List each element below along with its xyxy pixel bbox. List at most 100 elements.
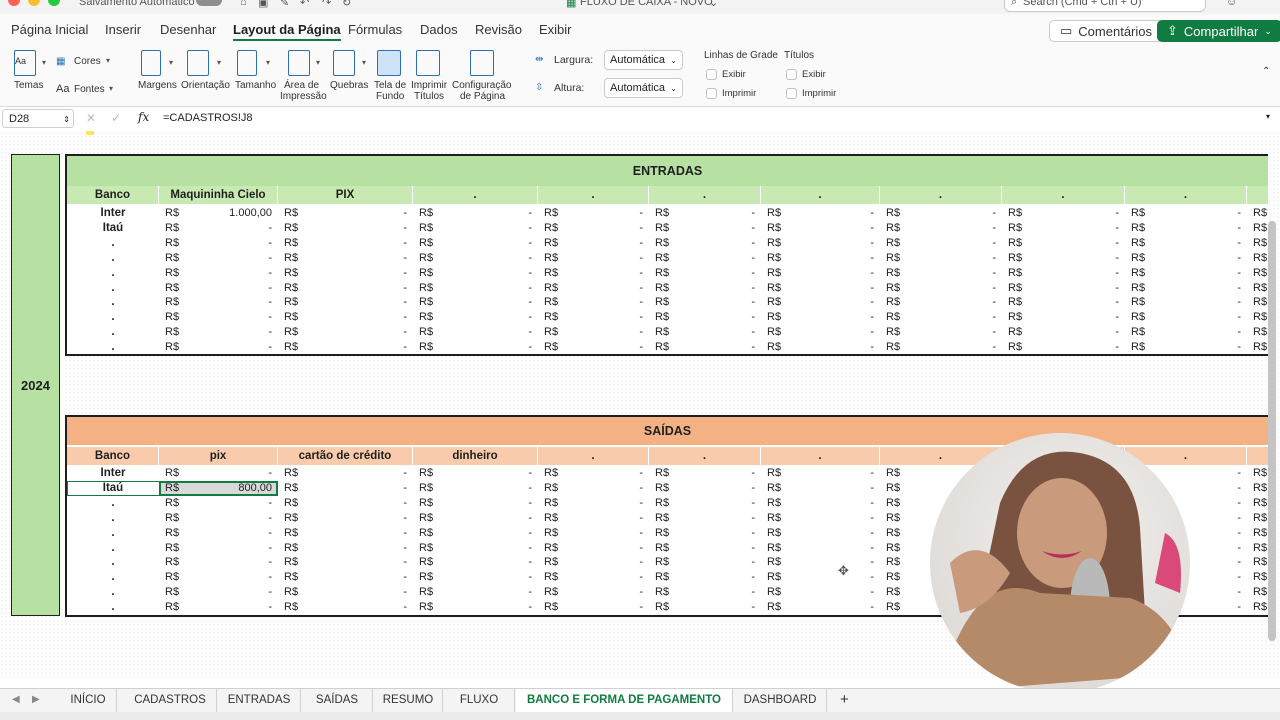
entradas-header-cell[interactable]: .: [649, 186, 761, 204]
saidas-value-cell[interactable]: -: [179, 541, 272, 556]
entradas-currency-cell[interactable]: R$: [1008, 325, 1022, 340]
saidas-currency-cell[interactable]: R$: [1253, 466, 1267, 481]
entradas-value-cell[interactable]: -: [900, 221, 996, 236]
entradas-currency-cell[interactable]: R$: [655, 251, 669, 266]
saidas-value-cell[interactable]: -: [669, 541, 755, 556]
saidas-bank-cell[interactable]: .: [67, 585, 159, 600]
width-select[interactable]: Automática ⌄: [604, 50, 683, 70]
saidas-value-cell[interactable]: -: [669, 466, 755, 481]
saidas-currency-cell[interactable]: R$: [544, 481, 558, 496]
entradas-value-cell[interactable]: -: [298, 251, 407, 266]
saidas-currency-cell[interactable]: R$: [886, 526, 900, 541]
saidas-currency-cell[interactable]: R$: [165, 481, 179, 496]
entradas-value-cell[interactable]: -: [558, 236, 643, 251]
saidas-currency-cell[interactable]: R$: [1253, 496, 1267, 511]
entradas-value-cell[interactable]: -: [781, 295, 874, 310]
saidas-currency-cell[interactable]: R$: [655, 585, 669, 600]
entradas-currency-cell[interactable]: R$: [767, 236, 781, 251]
saidas-currency-cell[interactable]: R$: [1253, 555, 1267, 570]
saidas-value-cell[interactable]: -: [433, 585, 532, 600]
entradas-value-cell[interactable]: -: [1145, 340, 1241, 355]
entradas-value-cell[interactable]: -: [900, 295, 996, 310]
entradas-value-cell[interactable]: -: [433, 295, 532, 310]
entradas-header-cell[interactable]: Banco: [67, 186, 159, 204]
saidas-currency-cell[interactable]: R$: [419, 481, 433, 496]
entradas-currency-cell[interactable]: R$: [419, 295, 433, 310]
saidas-currency-cell[interactable]: R$: [655, 541, 669, 556]
entradas-currency-cell[interactable]: R$: [165, 281, 179, 296]
saidas-value-cell[interactable]: -: [298, 541, 407, 556]
entradas-value-cell[interactable]: -: [669, 310, 755, 325]
save-icon[interactable]: ▣: [258, 0, 268, 9]
saidas-currency-cell[interactable]: R$: [1253, 585, 1267, 600]
entradas-value-cell[interactable]: -: [558, 281, 643, 296]
entradas-currency-cell[interactable]: R$: [1008, 266, 1022, 281]
entradas-value-cell[interactable]: -: [433, 206, 532, 221]
margins-button[interactable]: Margens: [138, 80, 177, 91]
entradas-value-cell[interactable]: -: [1022, 325, 1119, 340]
saidas-currency-cell[interactable]: R$: [284, 555, 298, 570]
saidas-value-cell[interactable]: -: [558, 526, 643, 541]
print-titles-icon[interactable]: [416, 50, 440, 76]
entradas-header-cell[interactable]: .: [538, 186, 649, 204]
entradas-currency-cell[interactable]: R$: [419, 251, 433, 266]
sheet-tab[interactable]: ENTRADAS: [218, 689, 301, 712]
entradas-currency-cell[interactable]: R$: [655, 340, 669, 355]
entradas-currency-cell[interactable]: R$: [1253, 325, 1267, 340]
entradas-value-cell[interactable]: -: [433, 340, 532, 355]
saidas-currency-cell[interactable]: R$: [767, 541, 781, 556]
saidas-currency-cell[interactable]: R$: [1253, 541, 1267, 556]
refresh-icon[interactable]: ↻: [342, 0, 351, 9]
headings-print-checkbox[interactable]: [786, 88, 797, 99]
entradas-header-cell[interactable]: Maquininha Cielo: [159, 186, 278, 204]
entradas-currency-cell[interactable]: R$: [1131, 310, 1145, 325]
entradas-bank-cell[interactable]: .: [67, 251, 159, 266]
entradas-currency-cell[interactable]: R$: [1131, 206, 1145, 221]
entradas-header-cell[interactable]: PIX: [278, 186, 413, 204]
entradas-value-cell[interactable]: -: [433, 325, 532, 340]
saidas-header-cell[interactable]: dinheiro: [413, 447, 538, 465]
saidas-value-cell[interactable]: -: [179, 585, 272, 600]
saidas-value-cell[interactable]: -: [433, 526, 532, 541]
entradas-value-cell[interactable]: -: [669, 221, 755, 236]
undo-icon[interactable]: ↶: [300, 0, 309, 9]
saidas-currency-cell[interactable]: R$: [284, 481, 298, 496]
size-icon[interactable]: [237, 50, 257, 76]
saidas-currency-cell[interactable]: R$: [165, 555, 179, 570]
entradas-currency-cell[interactable]: R$: [284, 251, 298, 266]
entradas-value-cell[interactable]: -: [781, 325, 874, 340]
entradas-value-cell[interactable]: -: [900, 340, 996, 355]
entradas-currency-cell[interactable]: R$: [767, 281, 781, 296]
entradas-currency-cell[interactable]: R$: [544, 295, 558, 310]
entradas-value-cell[interactable]: -: [433, 221, 532, 236]
entradas-value-cell[interactable]: -: [1022, 206, 1119, 221]
entradas-currency-cell[interactable]: R$: [1131, 266, 1145, 281]
entradas-value-cell[interactable]: -: [179, 325, 272, 340]
entradas-value-cell[interactable]: -: [1145, 266, 1241, 281]
saidas-currency-cell[interactable]: R$: [767, 585, 781, 600]
saidas-value-cell[interactable]: -: [781, 541, 874, 556]
saidas-currency-cell[interactable]: R$: [419, 496, 433, 511]
tab-exibir[interactable]: Exibir: [539, 22, 572, 37]
account-icon[interactable]: ☺: [1226, 0, 1237, 8]
print-titles-line2[interactable]: Títulos: [414, 91, 444, 102]
saidas-value-cell[interactable]: -: [558, 466, 643, 481]
entradas-currency-cell[interactable]: R$: [419, 221, 433, 236]
entradas-currency-cell[interactable]: R$: [767, 266, 781, 281]
entradas-value-cell[interactable]: -: [669, 340, 755, 355]
saidas-currency-cell[interactable]: R$: [419, 585, 433, 600]
entradas-value-cell[interactable]: -: [1145, 236, 1241, 251]
saidas-header-cell[interactable]: .: [538, 447, 649, 465]
saidas-value-cell[interactable]: -: [433, 466, 532, 481]
entradas-currency-cell[interactable]: R$: [419, 325, 433, 340]
saidas-value-cell[interactable]: -: [781, 570, 874, 585]
entradas-value-cell[interactable]: -: [179, 310, 272, 325]
saidas-value-cell[interactable]: -: [558, 585, 643, 600]
entradas-value-cell[interactable]: -: [298, 266, 407, 281]
saidas-bank-cell[interactable]: .: [67, 555, 159, 570]
saidas-currency-cell[interactable]: R$: [544, 570, 558, 585]
minimize-window-button[interactable]: [28, 0, 40, 6]
saidas-currency-cell[interactable]: R$: [284, 570, 298, 585]
entradas-value-cell[interactable]: -: [900, 310, 996, 325]
saidas-bank-cell[interactable]: .: [67, 496, 159, 511]
